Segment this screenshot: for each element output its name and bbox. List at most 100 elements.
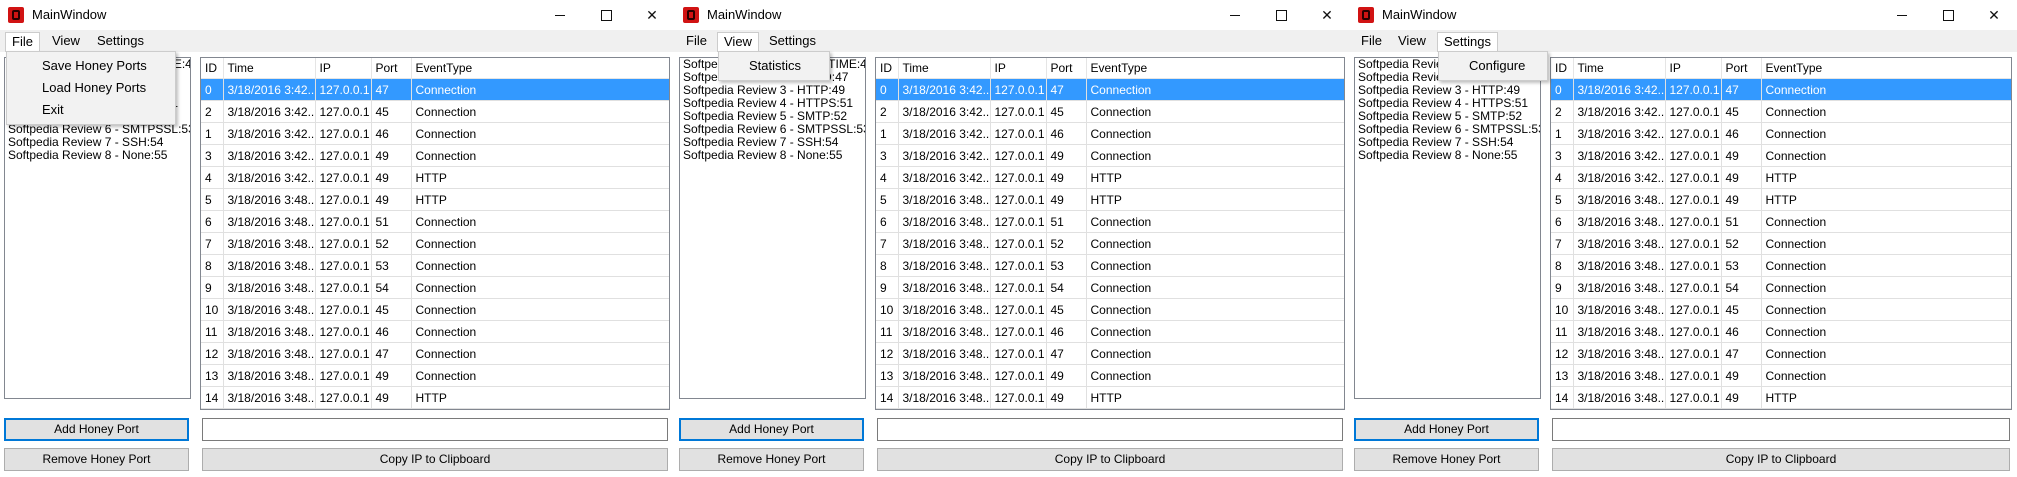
ip-textbox[interactable] <box>1552 418 2010 441</box>
table-row[interactable]: 9 3/18/2016 3:48... 127.0.0.1 54 Connection <box>876 276 1344 299</box>
honey-port-list[interactable]: Softpedia Review 1 - DATETIME:46Softpedi… <box>1354 57 1541 399</box>
title-bar[interactable]: MainWindow ✕ <box>0 0 675 30</box>
table-row[interactable]: 2 3/18/2016 3:42... 127.0.0.1 45 Connection <box>201 100 669 123</box>
table-row[interactable]: 11 3/18/2016 3:48... 127.0.0.1 46 Connection <box>1551 320 2011 343</box>
remove-honey-port-button[interactable]: Remove Honey Port <box>679 448 864 471</box>
table-row[interactable]: 11 3/18/2016 3:48... 127.0.0.1 46 Connection <box>876 320 1344 343</box>
table-row[interactable]: 14 3/18/2016 3:48... 127.0.0.1 49 HTTP <box>1551 386 2011 409</box>
menu-item-save-honey-ports[interactable]: Save Honey Ports <box>7 55 175 77</box>
maximize-button[interactable] <box>583 0 629 30</box>
menu-item-configure[interactable]: Configure <box>1439 55 1547 77</box>
minimize-button[interactable] <box>1212 0 1258 30</box>
column-header-time[interactable]: Time <box>898 58 991 79</box>
minimize-button[interactable] <box>1879 0 1925 30</box>
column-header-id[interactable]: ID <box>201 58 224 79</box>
table-row[interactable]: 12 3/18/2016 3:48... 127.0.0.1 47 Connection <box>876 342 1344 365</box>
title-bar[interactable]: MainWindow ✕ <box>1350 0 2017 30</box>
copy-ip-button[interactable]: Copy IP to Clipboard <box>202 448 668 471</box>
events-grid[interactable]: ID Time IP Port EventType 0 3/18/2016 3:42... 1… <box>875 57 1345 410</box>
table-row[interactable]: 5 3/18/2016 3:48... 127.0.0.1 49 HTTP <box>201 188 669 211</box>
table-row[interactable]: 3 3/18/2016 3:42... 127.0.0.1 49 Connection <box>876 144 1344 167</box>
table-row[interactable]: 7 3/18/2016 3:48... 127.0.0.1 52 Connection <box>1551 232 2011 255</box>
menu-file[interactable]: File <box>5 32 40 52</box>
add-honey-port-button[interactable]: Add Honey Port <box>1354 418 1539 441</box>
menu-settings[interactable]: Settings <box>1437 32 1498 52</box>
column-header-eventtype[interactable]: EventType <box>1086 58 1344 79</box>
table-row[interactable]: 6 3/18/2016 3:48... 127.0.0.1 51 Connection <box>1551 210 2011 233</box>
column-header-ip[interactable]: IP <box>315 58 372 79</box>
menu-file[interactable]: File <box>680 32 713 50</box>
menu-item-exit[interactable]: Exit <box>7 99 175 121</box>
ip-textbox[interactable] <box>202 418 668 441</box>
remove-honey-port-button[interactable]: Remove Honey Port <box>1354 448 1539 471</box>
maximize-button[interactable] <box>1925 0 1971 30</box>
table-row[interactable]: 2 3/18/2016 3:42... 127.0.0.1 45 Connection <box>876 100 1344 123</box>
table-row[interactable]: 7 3/18/2016 3:48... 127.0.0.1 52 Connection <box>201 232 669 255</box>
close-button[interactable]: ✕ <box>1971 0 2017 30</box>
list-item[interactable]: Softpedia Review 8 - None:55 <box>5 149 190 162</box>
table-row[interactable]: 4 3/18/2016 3:42... 127.0.0.1 49 HTTP <box>876 166 1344 189</box>
column-header-id[interactable]: ID <box>876 58 899 79</box>
column-header-id[interactable]: ID <box>1551 58 1574 79</box>
column-header-port[interactable]: Port <box>1721 58 1762 79</box>
table-row[interactable]: 0 3/18/2016 3:42... 127.0.0.1 47 Connection <box>201 78 669 101</box>
table-row[interactable]: 8 3/18/2016 3:48... 127.0.0.1 53 Connection <box>201 254 669 277</box>
table-row[interactable]: 4 3/18/2016 3:42... 127.0.0.1 49 HTTP <box>201 166 669 189</box>
column-header-eventtype[interactable]: EventType <box>1761 58 2011 79</box>
table-row[interactable]: 1 3/18/2016 3:42... 127.0.0.1 46 Connection <box>201 122 669 145</box>
table-row[interactable]: 0 3/18/2016 3:42... 127.0.0.1 47 Connection <box>1551 78 2011 101</box>
table-row[interactable]: 9 3/18/2016 3:48... 127.0.0.1 54 Connection <box>201 276 669 299</box>
table-row[interactable]: 6 3/18/2016 3:48... 127.0.0.1 51 Connection <box>201 210 669 233</box>
column-header-time[interactable]: Time <box>1573 58 1666 79</box>
events-grid[interactable]: ID Time IP Port EventType 0 3/18/2016 3:42... 1… <box>200 57 670 410</box>
column-header-port[interactable]: Port <box>371 58 412 79</box>
column-header-eventtype[interactable]: EventType <box>411 58 669 79</box>
add-honey-port-button[interactable]: Add Honey Port <box>4 418 189 441</box>
menu-view[interactable]: View <box>1392 32 1432 50</box>
table-row[interactable]: 3 3/18/2016 3:42... 127.0.0.1 49 Connection <box>1551 144 2011 167</box>
table-row[interactable]: 5 3/18/2016 3:48... 127.0.0.1 49 HTTP <box>1551 188 2011 211</box>
table-row[interactable]: 13 3/18/2016 3:48... 127.0.0.1 49 Connection <box>201 364 669 387</box>
list-item[interactable]: Softpedia Review 8 - None:55 <box>680 149 865 162</box>
table-row[interactable]: 10 3/18/2016 3:48... 127.0.0.1 45 Connection <box>1551 298 2011 321</box>
table-row[interactable]: 11 3/18/2016 3:48... 127.0.0.1 46 Connection <box>201 320 669 343</box>
copy-ip-button[interactable]: Copy IP to Clipboard <box>877 448 1343 471</box>
table-row[interactable]: 13 3/18/2016 3:48... 127.0.0.1 49 Connection <box>1551 364 2011 387</box>
honey-port-list[interactable]: Softpedia Review 1 - DATETIME:46Softpedi… <box>679 57 866 399</box>
table-row[interactable]: 7 3/18/2016 3:48... 127.0.0.1 52 Connection <box>876 232 1344 255</box>
menu-file[interactable]: File <box>1355 32 1388 50</box>
ip-textbox[interactable] <box>877 418 1343 441</box>
copy-ip-button[interactable]: Copy IP to Clipboard <box>1552 448 2010 471</box>
table-row[interactable]: 1 3/18/2016 3:42... 127.0.0.1 46 Connection <box>1551 122 2011 145</box>
remove-honey-port-button[interactable]: Remove Honey Port <box>4 448 189 471</box>
events-grid[interactable]: ID Time IP Port EventType 0 3/18/2016 3:42... 1… <box>1550 57 2012 410</box>
close-button[interactable]: ✕ <box>1304 0 1350 30</box>
table-row[interactable]: 10 3/18/2016 3:48... 127.0.0.1 45 Connection <box>876 298 1344 321</box>
table-row[interactable]: 8 3/18/2016 3:48... 127.0.0.1 53 Connection <box>876 254 1344 277</box>
menu-settings[interactable]: Settings <box>763 32 822 50</box>
add-honey-port-button[interactable]: Add Honey Port <box>679 418 864 441</box>
column-header-time[interactable]: Time <box>223 58 316 79</box>
table-row[interactable]: 12 3/18/2016 3:48... 127.0.0.1 47 Connection <box>1551 342 2011 365</box>
menu-view[interactable]: View <box>46 32 86 50</box>
menu-item-statistics[interactable]: Statistics <box>719 55 829 77</box>
table-row[interactable]: 0 3/18/2016 3:42... 127.0.0.1 47 Connection <box>876 78 1344 101</box>
menu-view[interactable]: View <box>717 32 759 52</box>
table-row[interactable]: 1 3/18/2016 3:42... 127.0.0.1 46 Connection <box>876 122 1344 145</box>
table-row[interactable]: 4 3/18/2016 3:42... 127.0.0.1 49 HTTP <box>1551 166 2011 189</box>
table-row[interactable]: 14 3/18/2016 3:48... 127.0.0.1 49 HTTP <box>201 386 669 409</box>
table-row[interactable]: 2 3/18/2016 3:42... 127.0.0.1 45 Connection <box>1551 100 2011 123</box>
table-row[interactable]: 6 3/18/2016 3:48... 127.0.0.1 51 Connection <box>876 210 1344 233</box>
table-row[interactable]: 14 3/18/2016 3:48... 127.0.0.1 49 HTTP <box>876 386 1344 409</box>
close-button[interactable]: ✕ <box>629 0 675 30</box>
menu-settings[interactable]: Settings <box>91 32 150 50</box>
menu-item-load-honey-ports[interactable]: Load Honey Ports <box>7 77 175 99</box>
maximize-button[interactable] <box>1258 0 1304 30</box>
title-bar[interactable]: MainWindow ✕ <box>675 0 1350 30</box>
table-row[interactable]: 12 3/18/2016 3:48... 127.0.0.1 47 Connection <box>201 342 669 365</box>
table-row[interactable]: 9 3/18/2016 3:48... 127.0.0.1 54 Connection <box>1551 276 2011 299</box>
column-header-ip[interactable]: IP <box>1665 58 1722 79</box>
list-item[interactable]: Softpedia Review 8 - None:55 <box>1355 149 1540 162</box>
table-row[interactable]: 3 3/18/2016 3:42... 127.0.0.1 49 Connection <box>201 144 669 167</box>
column-header-ip[interactable]: IP <box>990 58 1047 79</box>
